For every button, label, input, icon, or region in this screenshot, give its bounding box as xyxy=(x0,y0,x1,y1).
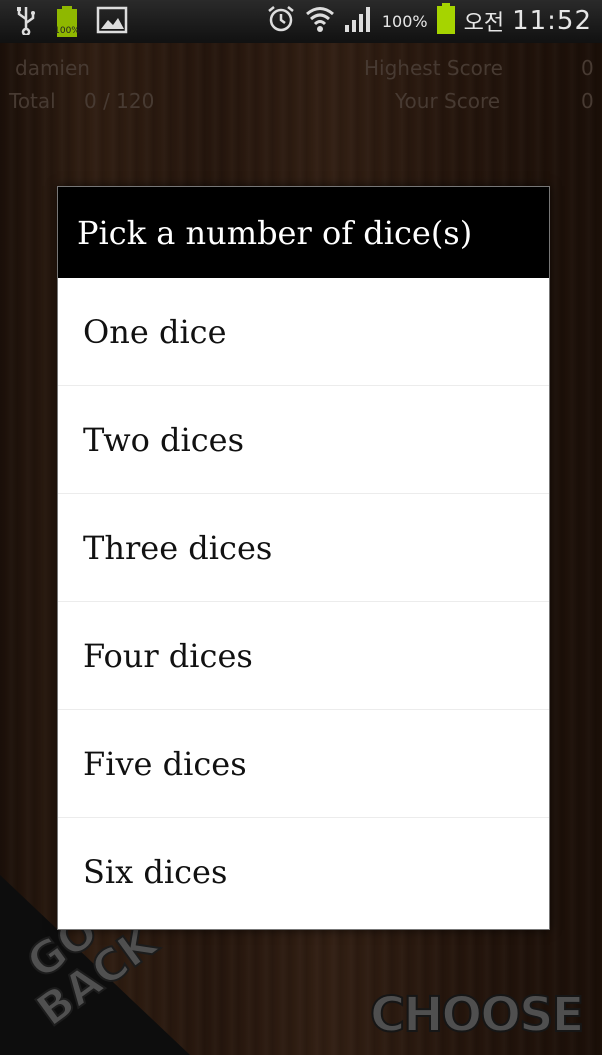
dialog-title: Pick a number of dice(s) xyxy=(58,187,549,278)
clock-time: 11:52 xyxy=(512,6,592,36)
usb-icon xyxy=(14,5,38,39)
option-three-dices[interactable]: Three dices xyxy=(58,494,549,602)
signal-icon xyxy=(344,5,374,37)
battery-icon: 100% xyxy=(54,6,80,38)
option-two-dices[interactable]: Two dices xyxy=(58,386,549,494)
battery-small-label: 100% xyxy=(54,26,80,36)
battery-percent: 100% xyxy=(381,11,428,31)
battery-icon xyxy=(436,3,456,39)
option-six-dices[interactable]: Six dices xyxy=(58,818,549,925)
am-pm-label: 오전 xyxy=(463,11,505,36)
status-bar-right: 100% 오전 11:52 xyxy=(266,3,592,39)
option-five-dices[interactable]: Five dices xyxy=(58,710,549,818)
option-four-dices[interactable]: Four dices xyxy=(58,602,549,710)
wifi-icon xyxy=(304,3,336,39)
dice-count-dialog: Pick a number of dice(s) One dice Two di… xyxy=(57,186,550,930)
image-icon xyxy=(96,5,128,39)
status-bar-left: 100% xyxy=(14,6,128,38)
dice-option-list: One dice Two dices Three dices Four dice… xyxy=(58,278,549,925)
status-bar: 100% 100% 오전 11:52 xyxy=(0,0,602,43)
alarm-icon xyxy=(266,4,296,38)
option-one-dice[interactable]: One dice xyxy=(58,278,549,386)
